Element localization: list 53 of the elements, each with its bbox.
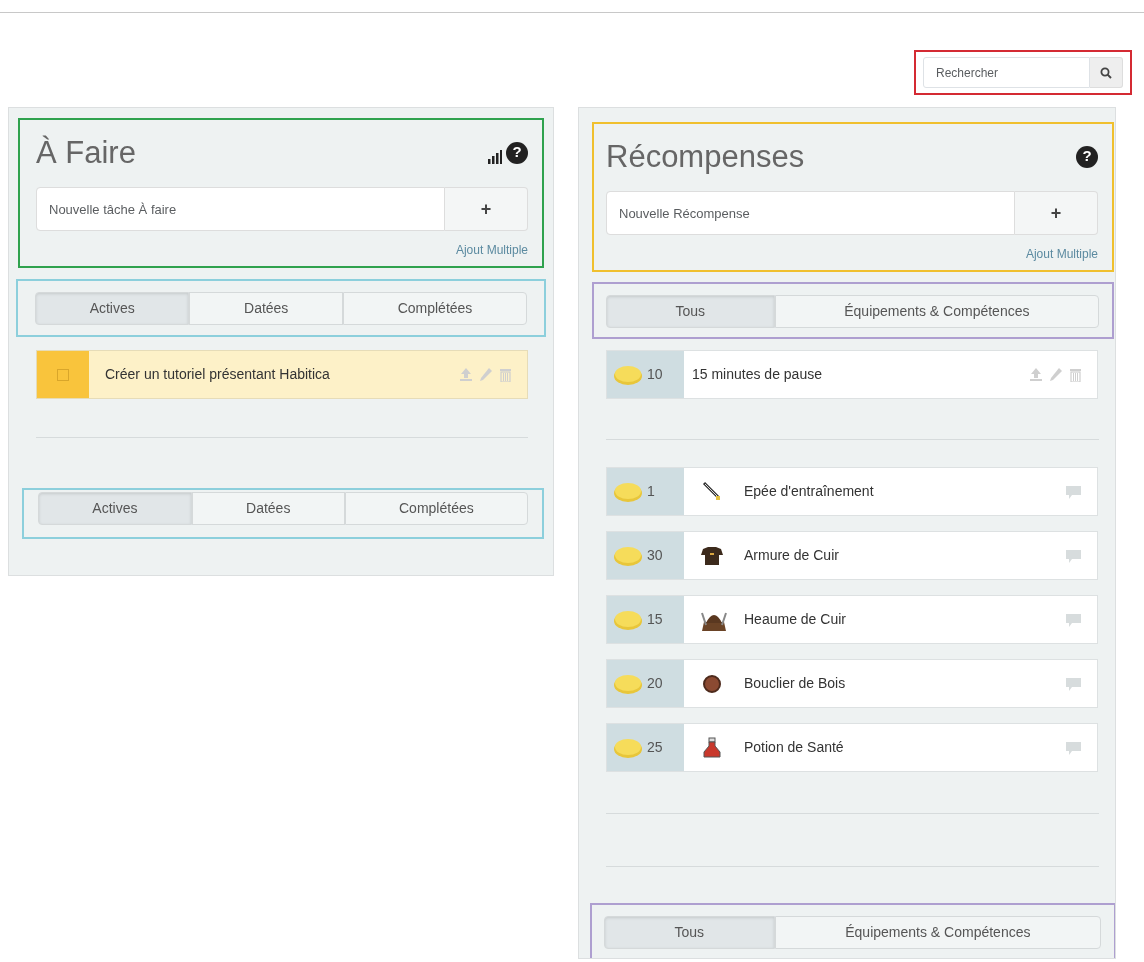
filter-tab[interactable]: Complétées (344, 492, 528, 526)
reward-name: Heaume de Cuir (744, 610, 847, 630)
coin-icon (613, 672, 643, 695)
reward-name: Potion de Santé (744, 738, 845, 758)
coin-icon (613, 608, 643, 631)
comment-icon[interactable] (1066, 486, 1081, 499)
search-field[interactable]: Rechercher (923, 57, 1090, 88)
filter-tab[interactable]: Tous (606, 295, 775, 329)
column-title: À Faire (36, 134, 136, 172)
coin-icon (613, 736, 643, 759)
price-text: 15 (647, 610, 663, 630)
filter-tab[interactable]: Datées (191, 492, 345, 526)
upload-icon[interactable] (460, 367, 472, 381)
price-text: 20 (647, 674, 663, 694)
reward-name: Epée d'entraînement (744, 482, 875, 502)
coin-icon (613, 480, 643, 503)
new-item-field[interactable]: Nouvelle Récompense (606, 191, 1016, 236)
coin-icon (613, 544, 643, 567)
difficulty-bars-icon (488, 149, 502, 164)
add-button[interactable]: + (1015, 191, 1098, 236)
filter-tab[interactable]: Actives (35, 292, 190, 326)
filter-tab[interactable]: Équipements & Compétences (774, 295, 1099, 329)
trash-icon[interactable] (500, 367, 511, 382)
pencil-icon[interactable] (1050, 367, 1062, 381)
trash-icon[interactable] (1070, 367, 1081, 382)
price-text: 10 (647, 365, 663, 385)
pencil-icon[interactable] (480, 367, 492, 381)
filter-tab[interactable]: Tous (604, 916, 775, 950)
comment-icon[interactable] (1066, 550, 1081, 563)
search-button[interactable] (1089, 57, 1123, 88)
reward-name: Armure de Cuir (744, 546, 840, 566)
filter-tab[interactable]: Actives (38, 492, 192, 526)
upload-icon[interactable] (1030, 367, 1042, 381)
add-button[interactable]: + (445, 187, 528, 232)
comment-icon[interactable] (1066, 742, 1081, 755)
price-text: 30 (647, 546, 663, 566)
filter-tab[interactable]: Équipements & Compétences (774, 916, 1101, 950)
price-text: 25 (647, 738, 663, 758)
filter-tab[interactable]: Complétées (343, 292, 527, 326)
new-item-field[interactable]: Nouvelle tâche À faire (36, 187, 446, 232)
comment-icon[interactable] (1066, 614, 1081, 627)
coin-icon (613, 363, 643, 386)
task-text: Créer un tutoriel présentant Habitica (105, 365, 331, 385)
filter-tab[interactable]: Datées (189, 292, 343, 326)
price-text: 1 (647, 482, 655, 502)
reward-name: Bouclier de Bois (744, 674, 847, 694)
search-icon (1099, 66, 1112, 79)
help-icon[interactable]: ? (1076, 145, 1098, 168)
reward-name: 15 minutes de pause (692, 365, 823, 385)
task-checkbox[interactable] (57, 368, 69, 381)
column-title: Récompenses (606, 138, 805, 176)
help-icon[interactable]: ? (506, 141, 528, 164)
comment-icon[interactable] (1066, 678, 1081, 691)
